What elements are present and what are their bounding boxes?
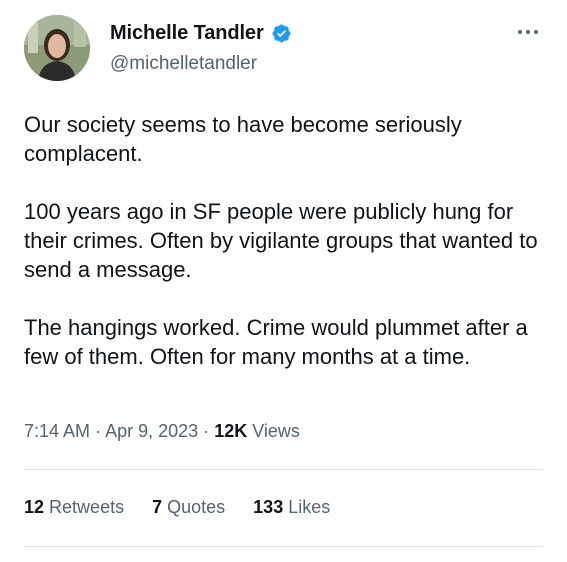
author-name-row: Michelle Tandler [110, 22, 292, 45]
tweet-stats: 12 Retweets 7 Quotes 133 Likes [24, 497, 330, 518]
divider [24, 469, 543, 470]
meta-separator: · [203, 421, 210, 441]
likes-stat[interactable]: 133 Likes [253, 497, 330, 518]
tweet-paragraph: 100 years ago in SF people were publicly… [24, 199, 538, 282]
retweets-label: Retweets [49, 497, 125, 517]
tweet-date[interactable]: Apr 9, 2023 [105, 421, 198, 441]
tweet-paragraph: The hangings worked. Crime would plummet… [24, 315, 528, 369]
retweets-stat[interactable]: 12 Retweets [24, 497, 124, 518]
tweet-paragraph: Our society seems to have become serious… [24, 112, 462, 166]
author-handle[interactable]: @michelletandler [110, 53, 257, 75]
retweets-count: 12 [24, 497, 45, 517]
quotes-stat[interactable]: 7 Quotes [152, 497, 225, 518]
verified-badge-icon [271, 23, 292, 44]
views-count: 12K [214, 421, 248, 441]
meta-separator: · [95, 421, 102, 441]
likes-count: 133 [253, 497, 284, 517]
display-name[interactable]: Michelle Tandler [110, 22, 264, 45]
tweet-time[interactable]: 7:14 AM [24, 421, 90, 441]
tweet-meta: 7:14 AM · Apr 9, 2023 · 12K Views [24, 421, 300, 442]
divider [24, 546, 543, 547]
quotes-count: 7 [152, 497, 163, 517]
profile-photo-icon [24, 15, 90, 81]
tweet-text: Our society seems to have become serious… [24, 110, 544, 371]
quotes-label: Quotes [167, 497, 226, 517]
more-options-icon[interactable] [517, 24, 539, 34]
tweet-card: Michelle Tandler @michelletandler Our so… [0, 0, 567, 562]
views-label: Views [252, 421, 300, 441]
likes-label: Likes [288, 497, 331, 517]
avatar[interactable] [24, 15, 90, 81]
